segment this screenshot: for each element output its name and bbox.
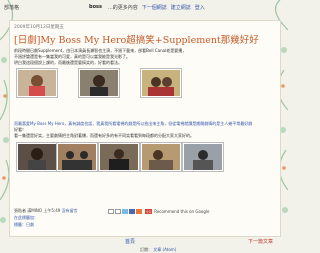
twitter-share-icon[interactable] <box>121 208 128 214</box>
post-image[interactable] <box>16 68 58 98</box>
blog-post: 2009年10月12日星期五 [日劇]My Boss My Hero超搞笑+Su… <box>9 20 281 237</box>
email-share-icon[interactable] <box>107 208 114 214</box>
navbar-blog-name[interactable]: boss <box>89 4 102 10</box>
navbar-next-blog[interactable]: 下一個網誌 <box>142 4 167 11</box>
post-image[interactable] <box>56 142 98 172</box>
atom-feed-link[interactable]: 文章 (Atom) <box>153 247 176 252</box>
navbar-login[interactable]: 登入 <box>195 4 205 11</box>
next-post-link[interactable]: 下一篇文章 <box>248 238 273 245</box>
post-title[interactable]: [日劇]My Boss My Hero超搞笑+Supplement那幾好好 <box>14 32 276 46</box>
post-paragraph-2: 而最喜愛My Boss My Hero，真有誠度也認，我真我所看電視的劇是所以拍… <box>14 121 276 139</box>
paragraph-line: 而最喜愛My Boss My Hero，真有誠度也認，我真我所看電視的劇是所以拍… <box>14 121 253 126</box>
pinterest-share-icon[interactable] <box>135 208 142 214</box>
navbar-more-link[interactable]: ...的更多內容 <box>108 4 138 11</box>
blog-pager: 首頁 下一篇文章 <box>0 238 288 246</box>
navbar-label: 部落格 <box>4 4 20 11</box>
paragraph-line: 明白我這段個說上課的，而最後還是要搞笑的，好看的看法。 <box>14 60 122 65</box>
post-image[interactable] <box>78 68 120 98</box>
post-tags-link[interactable]: 標籤：日劇 <box>14 222 34 228</box>
blogger-navbar: 部落格 boss ...的更多內容 下一個網誌 建立網誌 登入 <box>0 0 288 14</box>
navbar-create-blog[interactable]: 建立網誌 <box>171 4 191 11</box>
post-image[interactable] <box>16 142 58 172</box>
post-image[interactable] <box>182 142 224 172</box>
paragraph-line: 看一集還是好笑，主要劇情把主角對著爆，而還有好多的有不同笑看看到每段都的分配大家… <box>14 133 194 138</box>
home-link[interactable]: 首頁 <box>125 238 135 245</box>
recommend-google-text: Recommend this on Google <box>154 208 210 214</box>
post-date: 2009年10月12日星期五 <box>14 25 64 30</box>
post-time[interactable]: 上午5:49 <box>43 208 60 214</box>
post-image[interactable] <box>98 142 140 172</box>
blog-this-icon[interactable] <box>114 208 121 214</box>
comments-link[interactable]: 沒有留言 <box>62 208 78 214</box>
facebook-share-icon[interactable] <box>128 208 135 214</box>
post-labels-link[interactable]: 在此標籤加： <box>14 215 38 221</box>
post-image[interactable] <box>140 142 182 172</box>
feed-links: 訂閱： 文章 (Atom) <box>140 247 176 253</box>
posted-by-label: 張貼者 <box>14 208 26 213</box>
post-footer: 張貼者 滿MINO 上午5:49 沒有留言 +1 Recommend this … <box>14 208 209 214</box>
share-buttons: +1 Recommend this on Google <box>107 208 210 214</box>
subscribe-label: 訂閱： <box>140 247 152 252</box>
post-image[interactable] <box>140 68 182 98</box>
post-author[interactable]: 滿MINO <box>27 208 42 214</box>
post-paragraph-1: 前段時間日劇Supplement，由日本演員長瀨智也主演，不過下載來，卻看Bel… <box>14 48 276 66</box>
google-plus-one-button[interactable]: +1 <box>144 208 153 214</box>
